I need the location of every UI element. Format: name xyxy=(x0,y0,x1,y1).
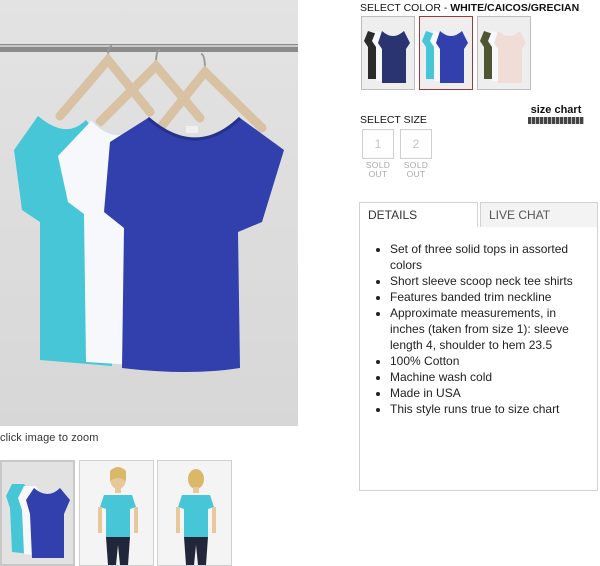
list-item: Set of three solid tops in assorted colo… xyxy=(390,241,597,273)
list-item: Machine wash cold xyxy=(390,369,597,385)
size-chart-link[interactable]: size chart xyxy=(528,104,584,124)
size-option-1[interactable]: 1 SOLD OUT xyxy=(362,129,394,179)
swatch-black-white-navy[interactable] xyxy=(361,16,415,90)
selected-color-name: WHITE/CAICOS/GRECIAN xyxy=(450,2,580,14)
info-tabs: DETAILS LIVE CHAT xyxy=(359,202,598,228)
main-product-image[interactable] xyxy=(0,0,298,426)
size-value: 1 xyxy=(362,129,394,159)
select-color-label: SELECT COLOR - WHITE/CAICOS/GRECIAN xyxy=(360,2,580,14)
list-item: Approximate measurements, in inches (tak… xyxy=(390,305,597,353)
details-list: Set of three solid tops in assorted colo… xyxy=(360,241,597,417)
sold-out-label: SOLD OUT xyxy=(403,160,429,179)
list-item: Made in USA xyxy=(390,385,597,401)
details-panel: Set of three solid tops in assorted colo… xyxy=(359,227,598,491)
swatch-white-caicos-grecian[interactable] xyxy=(419,16,473,90)
list-item: Features banded trim neckline xyxy=(390,289,597,305)
list-item: This style runs true to size chart xyxy=(390,401,597,417)
sold-out-label: SOLD OUT xyxy=(365,160,391,179)
swatch-olive-white-blush[interactable] xyxy=(477,16,531,90)
list-item: 100% Cotton xyxy=(390,353,597,369)
zoom-hint-text: click image to zoom xyxy=(0,432,99,444)
ruler-icon xyxy=(528,117,584,124)
size-option-2[interactable]: 2 SOLD OUT xyxy=(400,129,432,179)
select-size-label: SELECT SIZE xyxy=(360,114,427,126)
thumbnail-set-of-three[interactable] xyxy=(0,460,75,566)
tab-live-chat[interactable]: LIVE CHAT xyxy=(480,202,598,228)
thumbnail-model-back[interactable] xyxy=(157,460,232,566)
shirts-on-hangers-photo xyxy=(0,44,298,372)
tab-details[interactable]: DETAILS xyxy=(359,202,478,228)
size-value: 2 xyxy=(400,129,432,159)
list-item: Short sleeve scoop neck tee shirts xyxy=(390,273,597,289)
thumbnail-model-front[interactable] xyxy=(79,460,154,566)
